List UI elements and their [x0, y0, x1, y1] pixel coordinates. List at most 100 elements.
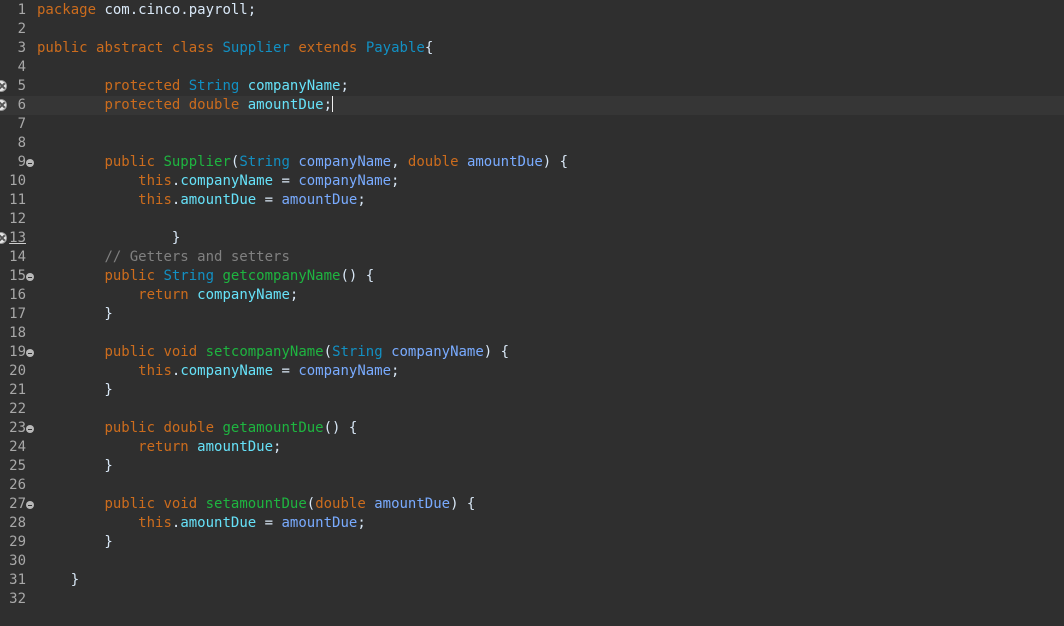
code-token: this — [138, 363, 172, 379]
line-number: 29 — [9, 534, 26, 550]
code-text[interactable]: protected String companyName; — [37, 77, 348, 96]
code-text[interactable]: protected double amountDue; — [37, 96, 334, 115]
code-text[interactable]: } — [37, 229, 180, 248]
code-line[interactable]: 12 — [0, 210, 1064, 229]
code-token: ) { — [542, 154, 569, 170]
code-token: } — [37, 572, 80, 588]
code-line[interactable]: 5 protected String companyName; — [0, 77, 1064, 96]
code-text[interactable]: public Supplier(String companyName, doub… — [37, 153, 568, 172]
code-line[interactable]: 16 return companyName; — [0, 286, 1064, 305]
code-token: this — [138, 192, 172, 208]
code-token: ; — [357, 192, 366, 208]
code-token: protected — [104, 97, 181, 113]
code-token: void — [163, 496, 198, 512]
code-text[interactable]: } — [37, 533, 112, 552]
code-text[interactable]: public abstract class Supplier extends P… — [37, 39, 433, 58]
fold-collapse-icon[interactable] — [26, 425, 34, 433]
code-line[interactable]: 10 this.companyName = companyName; — [0, 172, 1064, 191]
code-line[interactable]: 25 } — [0, 457, 1064, 476]
code-text[interactable]: public void setcompanyName(String compan… — [37, 343, 509, 362]
code-line[interactable]: 26 — [0, 476, 1064, 495]
code-text[interactable]: } — [37, 571, 79, 590]
code-text[interactable]: package com.cinco.payroll; — [37, 1, 256, 20]
code-text[interactable]: this.companyName = companyName; — [37, 362, 399, 381]
code-line[interactable]: 13 } — [0, 229, 1064, 248]
code-text[interactable]: this.companyName = companyName; — [37, 172, 399, 191]
code-line[interactable]: 14 // Getters and setters — [0, 248, 1064, 267]
code-line[interactable]: 1 package com.cinco.payroll; — [0, 1, 1064, 20]
code-line[interactable]: 2 — [0, 20, 1064, 39]
code-text[interactable]: public void setamountDue(double amountDu… — [37, 495, 475, 514]
code-token: ) { — [450, 496, 476, 512]
code-line[interactable]: 11 this.amountDue = amountDue; — [0, 191, 1064, 210]
code-token: () { — [340, 268, 375, 284]
code-line[interactable]: 17 } — [0, 305, 1064, 324]
code-line[interactable]: 8 — [0, 134, 1064, 153]
code-line[interactable]: 22 — [0, 400, 1064, 419]
line-number: 32 — [9, 591, 26, 607]
line-number: 25 — [9, 458, 26, 474]
code-token: amountDue — [281, 192, 358, 208]
code-token: Supplier — [222, 40, 290, 56]
code-line[interactable]: 31 } — [0, 571, 1064, 590]
code-token: com.cinco.payroll; — [96, 2, 257, 18]
code-line[interactable]: 24 return amountDue; — [0, 438, 1064, 457]
code-line[interactable]: 21 } — [0, 381, 1064, 400]
code-text[interactable]: this.amountDue = amountDue; — [37, 191, 366, 210]
code-text[interactable]: // Getters and setters — [37, 248, 289, 267]
code-text[interactable]: this.amountDue = amountDue; — [37, 514, 366, 533]
code-line[interactable]: 3 public abstract class Supplier extends … — [0, 39, 1064, 58]
code-token: } — [37, 458, 113, 474]
code-line[interactable]: 9 public Supplier(String companyName, do… — [0, 153, 1064, 172]
fold-collapse-icon[interactable] — [26, 273, 34, 281]
code-text[interactable]: public double getamountDue() { — [37, 419, 357, 438]
code-line[interactable]: 32 — [0, 590, 1064, 609]
code-text[interactable]: return amountDue; — [37, 438, 281, 457]
code-token: = — [273, 173, 299, 189]
code-text[interactable]: return companyName; — [37, 286, 298, 305]
code-token: ) { — [483, 344, 510, 360]
code-text[interactable]: } — [37, 457, 113, 476]
fold-collapse-icon[interactable] — [26, 159, 34, 167]
code-token: companyName — [298, 363, 392, 379]
code-token: getcompanyName — [222, 268, 341, 284]
code-token: ; — [273, 439, 282, 455]
code-line[interactable]: 27 public void setamountDue(double amoun… — [0, 495, 1064, 514]
code-editor[interactable]: 1 package com.cinco.payroll; 2 3 public abst… — [0, 0, 1064, 626]
line-number: 12 — [9, 211, 26, 227]
code-line[interactable]: 23 public double getamountDue() { — [0, 419, 1064, 438]
fold-collapse-icon[interactable] — [26, 349, 34, 357]
code-line[interactable]: 20 this.companyName = companyName; — [0, 362, 1064, 381]
code-text[interactable]: public String getcompanyName() { — [37, 267, 374, 286]
code-line[interactable]: 6 protected double amountDue; — [0, 96, 1064, 115]
code-token: this — [138, 515, 172, 531]
code-line[interactable]: 7 — [0, 115, 1064, 134]
code-line[interactable]: 28 this.amountDue = amountDue; — [0, 514, 1064, 533]
code-line[interactable]: 19 public void setcompanyName(String com… — [0, 343, 1064, 362]
code-token: } — [37, 230, 181, 246]
line-number: 23 — [9, 420, 26, 436]
code-text[interactable]: } — [37, 305, 112, 324]
code-line[interactable]: 18 — [0, 324, 1064, 343]
code-line[interactable]: 4 — [0, 58, 1064, 77]
text-caret — [332, 96, 334, 112]
fold-collapse-icon[interactable] — [26, 501, 34, 509]
code-token: class — [171, 40, 215, 56]
code-line[interactable]: 15 public String getcompanyName() { — [0, 267, 1064, 286]
code-token: amountDue — [247, 97, 324, 113]
code-text[interactable]: } — [37, 381, 112, 400]
line-number: 1 — [17, 2, 26, 18]
code-token: double — [407, 154, 459, 170]
code-line[interactable]: 29 } — [0, 533, 1064, 552]
code-line[interactable]: 30 — [0, 552, 1064, 571]
code-token: this — [138, 173, 172, 189]
line-number: 14 — [9, 249, 26, 265]
